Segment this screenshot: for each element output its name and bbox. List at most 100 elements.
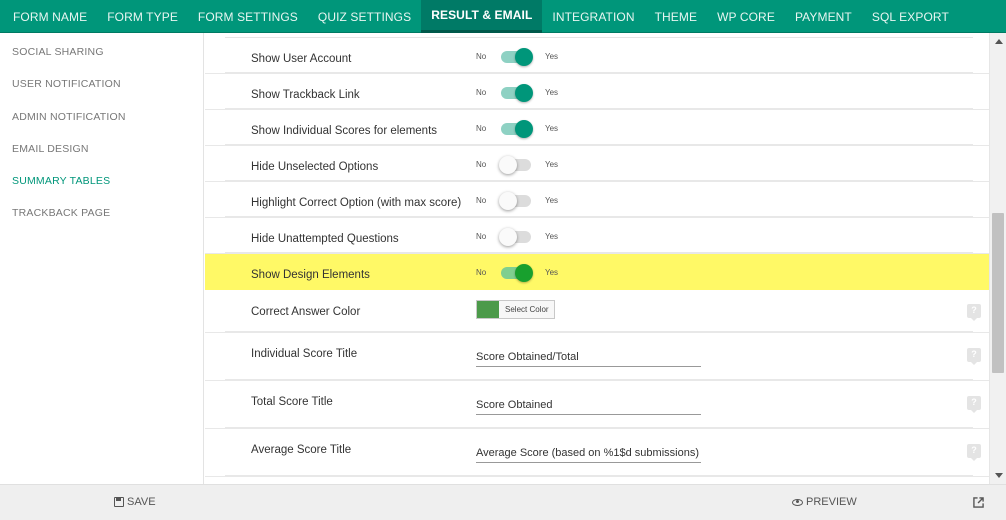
row-body: Correct Answer Color Select Color ? [225,290,981,332]
tab-integration[interactable]: INTEGRATION [542,0,644,33]
scroll-down-icon[interactable] [995,473,1003,478]
toggle-no-label: No [476,52,487,61]
setting-row-total-score-title: Total Score Title Score Obtained ? [205,381,989,429]
toggle-no-label: No [476,268,487,277]
row-body: Total Score Title Score Obtained ? [225,381,981,428]
toggle-yes-label: Yes [545,52,559,61]
show-design-elements-toggle[interactable] [501,264,533,282]
top-tab-bar: FORM NAME FORM TYPE FORM SETTINGS QUIZ S… [0,0,1006,33]
toggle-no-label: No [476,232,487,241]
scroll-thumb[interactable] [992,213,1004,373]
toggle-no-label: No [476,88,487,97]
select-color-button[interactable]: Select Color [476,300,555,319]
preview-label: PREVIEW [806,496,857,508]
toggle-no-label: No [476,124,487,133]
setting-row-highlight-correct-option: Highlight Correct Option (with max score… [205,182,989,218]
toggle-knob [499,192,517,210]
tab-payment[interactable]: PAYMENT [785,0,862,33]
setting-label: Average Score Title [251,444,352,456]
row-body: Show Individual Scores for elements No Y… [225,110,973,145]
row-body: Show User Account No Yes [225,38,973,73]
row-body: Hide Unattempted Questions No Yes [225,218,973,253]
row-body: Hide Unselected Options No Yes [225,146,973,181]
row-body: Highlight Correct Option (with max score… [225,182,973,217]
sidebar-item-admin-notification[interactable]: ADMIN NOTIFICATION [0,105,203,137]
select-color-label: Select Color [505,305,549,314]
setting-row-individual-score-title: Individual Score Title Score Obtained/To… [205,333,989,381]
settings-list: Show User Account No Yes Show Trackback … [205,38,989,477]
tab-form-name[interactable]: FORM NAME [0,0,97,33]
total-score-title-input[interactable]: Score Obtained [476,393,701,415]
sidebar-item-social-sharing[interactable]: SOCIAL SHARING [0,40,203,72]
toggle-knob [515,264,533,282]
help-icon[interactable]: ? [967,304,981,321]
toggle-no-label: No [476,160,487,169]
setting-row-correct-answer-color: Correct Answer Color Select Color ? [205,290,989,333]
setting-label: Individual Score Title [251,348,358,360]
setting-label: Hide Unattempted Questions [251,233,399,245]
show-trackback-link-toggle[interactable] [501,84,533,102]
save-label: SAVE [127,496,156,508]
show-user-account-toggle[interactable] [501,48,533,66]
sidebar-item-trackback-page[interactable]: TRACKBACK PAGE [0,201,203,233]
sidebar-item-email-design[interactable]: EMAIL DESIGN [0,137,203,169]
save-icon [114,497,124,507]
toggle-yes-label: Yes [545,124,559,133]
row-body: Show Design Elements No Yes [225,254,973,289]
hide-unattempted-questions-toggle[interactable] [499,228,531,246]
preview-button[interactable]: PREVIEW [792,496,857,508]
highlight-correct-option-toggle[interactable] [499,192,531,210]
save-button[interactable]: SAVE [114,496,156,508]
tab-form-type[interactable]: FORM TYPE [97,0,188,33]
toggle-knob [515,48,533,66]
tab-sql-export[interactable]: SQL EXPORT [862,0,959,33]
setting-row-average-score-title: Average Score Title Average Score (based… [205,429,989,477]
toggle-yes-label: Yes [545,160,559,169]
setting-label: Show Individual Scores for elements [251,125,438,137]
setting-label: Total Score Title [251,396,333,408]
sidebar-item-user-notification[interactable]: USER NOTIFICATION [0,72,203,104]
bottom-action-bar: SAVE PREVIEW [0,484,1006,520]
tab-form-settings[interactable]: FORM SETTINGS [188,0,308,33]
show-individual-scores-toggle[interactable] [501,120,533,138]
toggle-no-label: No [476,196,487,205]
settings-panel: Show User Account No Yes Show Trackback … [205,33,989,484]
setting-row-show-user-account: Show User Account No Yes [205,38,989,74]
average-score-title-input[interactable]: Average Score (based on %1$d submissions… [476,441,701,463]
help-icon[interactable]: ? [967,396,981,413]
scroll-up-icon[interactable] [995,39,1003,44]
setting-row-hide-unattempted-questions: Hide Unattempted Questions No Yes [205,218,989,254]
scrollbar[interactable] [989,33,1006,484]
help-icon[interactable]: ? [967,348,981,365]
row-body: Individual Score Title Score Obtained/To… [225,333,981,380]
toggle-knob [499,156,517,174]
toggle-yes-label: Yes [545,232,559,241]
setting-row-show-design-elements: Show Design Elements No Yes [205,254,989,290]
individual-score-title-input[interactable]: Score Obtained/Total [476,345,701,367]
sidebar: SOCIAL SHARING USER NOTIFICATION ADMIN N… [0,33,204,484]
setting-row-hide-unselected-options: Hide Unselected Options No Yes [205,146,989,182]
toggle-yes-label: Yes [545,196,559,205]
external-link-icon[interactable] [973,497,984,508]
toggle-knob [515,120,533,138]
setting-label: Show User Account [251,53,352,65]
tab-quiz-settings[interactable]: QUIZ SETTINGS [308,0,421,33]
setting-row-show-individual-scores: Show Individual Scores for elements No Y… [205,110,989,146]
help-icon[interactable]: ? [967,444,981,461]
setting-label: Highlight Correct Option (with max score… [251,197,462,209]
eye-icon [792,498,803,506]
tab-theme[interactable]: THEME [645,0,708,33]
tab-result-email[interactable]: RESULT & EMAIL [421,0,543,33]
row-body: Show Trackback Link No Yes [225,74,973,109]
sidebar-item-summary-tables[interactable]: SUMMARY TABLES [0,169,203,201]
color-swatch [477,301,499,318]
tab-wp-core[interactable]: WP CORE [707,0,785,33]
toggle-knob [515,84,533,102]
toggle-yes-label: Yes [545,88,559,97]
setting-row-show-trackback-link: Show Trackback Link No Yes [205,74,989,110]
toggle-knob [499,228,517,246]
hide-unselected-options-toggle[interactable] [499,156,531,174]
setting-label: Show Design Elements [251,269,370,281]
row-body: Average Score Title Average Score (based… [225,429,981,476]
toggle-yes-label: Yes [545,268,559,277]
